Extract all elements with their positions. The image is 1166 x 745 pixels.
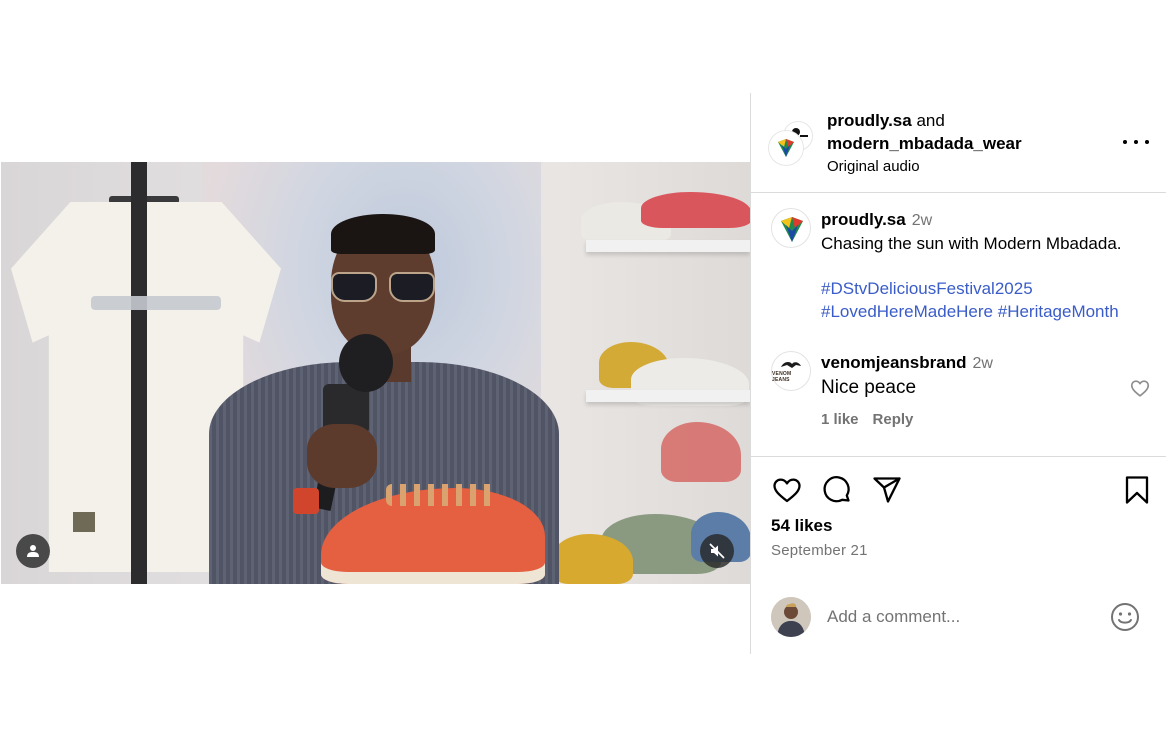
current-user-avatar — [771, 597, 811, 637]
heart-icon[interactable] — [1129, 377, 1151, 399]
hashtag-link[interactable]: #LovedHereMadeHere — [821, 302, 993, 321]
hashtag-link[interactable]: #DStvDeliciousFestival2025 — [821, 279, 1033, 298]
comment-composer — [751, 590, 1166, 646]
more-options-button[interactable] — [1123, 133, 1149, 151]
like-count[interactable]: 54 likes — [771, 516, 832, 536]
caption-hashtags: #DStvDeliciousFestival2025 #LovedHereMad… — [821, 277, 1161, 323]
comments-section: proudly.sa 2w Chasing the sun with Modern… — [751, 194, 1166, 457]
comment-like-count[interactable]: 1 like — [821, 411, 859, 428]
tagged-users-button[interactable] — [16, 534, 50, 568]
smiley-icon[interactable] — [1110, 602, 1140, 632]
more-horizontal-icon — [1123, 140, 1127, 144]
caption-avatar[interactable] — [771, 208, 811, 248]
video-frame — [1, 162, 750, 584]
comment-avatar[interactable]: VENOM JEANS — [771, 351, 811, 391]
post-header: proudly.sa and modern_mbadada_wear Origi… — [751, 93, 1166, 193]
avatar-proudly-sa — [769, 131, 803, 165]
caption-username[interactable]: proudly.sa — [821, 210, 906, 229]
comment-item: venomjeansbrand 2w Nice peace 1 like Reply — [821, 351, 1121, 428]
comment-text: Nice peace — [821, 377, 917, 398]
post-date: September 21 — [771, 542, 868, 559]
caption-time: 2w — [911, 212, 933, 229]
comment-bubble-icon[interactable] — [821, 474, 853, 506]
author-joiner: and — [916, 111, 945, 130]
caption-text: Chasing the sun with Modern Mbadada. — [821, 234, 1122, 253]
author-link-primary[interactable]: proudly.sa — [827, 111, 912, 130]
mute-toggle-button[interactable] — [700, 534, 734, 568]
person-icon — [27, 545, 39, 557]
comment-username[interactable]: venomjeansbrand — [821, 353, 967, 372]
comment-input[interactable] — [827, 604, 1077, 630]
caption: proudly.sa 2w Chasing the sun with Modern… — [821, 208, 1161, 323]
comment-avatar-text: VENOM JEANS — [772, 371, 792, 383]
bookmark-icon[interactable] — [1121, 474, 1153, 506]
speaker-muted-icon — [709, 543, 725, 559]
comment-time: 2w — [972, 355, 993, 372]
collab-avatars[interactable] — [769, 121, 815, 167]
paper-plane-icon[interactable] — [871, 474, 903, 506]
heart-icon[interactable] — [771, 474, 803, 506]
post-actions — [751, 470, 1166, 510]
audio-link[interactable]: Original audio — [827, 156, 1117, 178]
hashtag-link[interactable]: #HeritageMonth — [998, 302, 1119, 321]
author-link-secondary[interactable]: modern_mbadada_wear — [827, 134, 1022, 153]
post-side-panel: proudly.sa and modern_mbadada_wear Origi… — [750, 93, 1166, 654]
post-video[interactable] — [1, 162, 750, 584]
comment-reply-button[interactable]: Reply — [873, 411, 914, 428]
